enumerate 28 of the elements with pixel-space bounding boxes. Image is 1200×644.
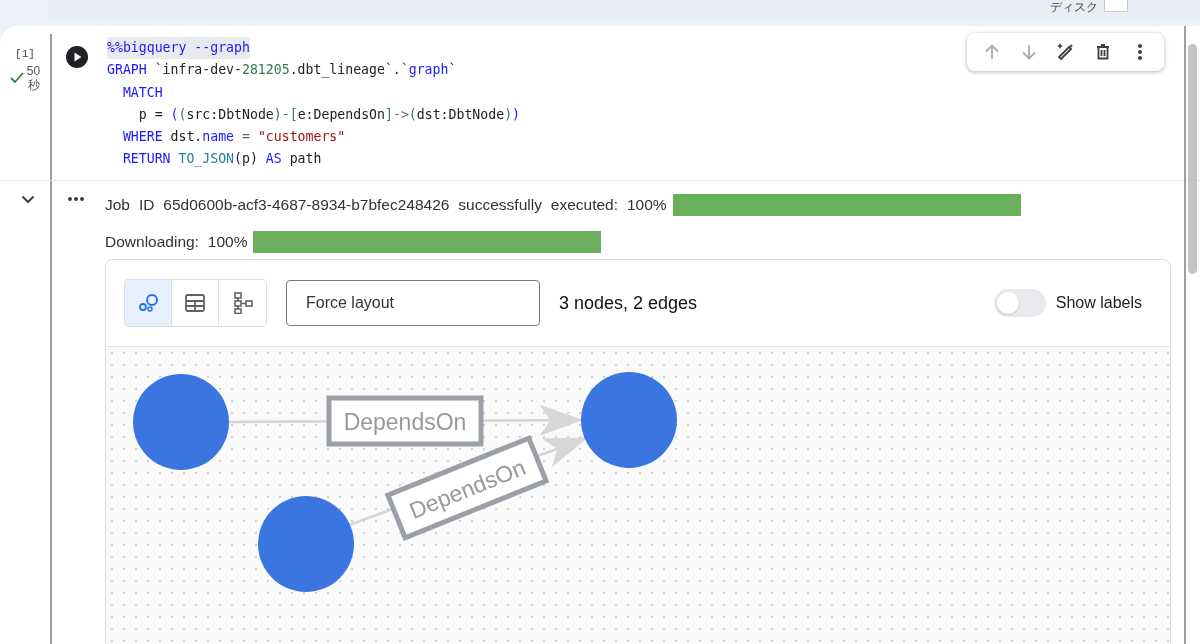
code-line: RETURN TO_JSON(p) AS path [121, 150, 323, 169]
bubbles-icon [137, 292, 159, 314]
more-icon [1136, 43, 1143, 61]
show-labels-label: Show labels [1055, 294, 1142, 312]
execution-count: [1] [15, 48, 35, 60]
run-duration: 50 秒 [26, 64, 41, 92]
disk-label: ディスク [1050, 0, 1098, 14]
graph-summary: 3 nodes, 2 edges [559, 292, 698, 314]
graph-node[interactable] [581, 372, 677, 468]
hierarchy-icon [231, 292, 254, 314]
job-status-text: Job ID 65d0600b-acf3-4687-8934-b7bfec248426 successfully executed: 100% [105, 196, 667, 214]
graph-node[interactable] [258, 496, 354, 592]
table-icon [184, 292, 206, 314]
code-line: WHERE dst.name = "customers" [121, 128, 347, 147]
graph-node[interactable] [133, 374, 229, 470]
show-labels-toggle[interactable] [993, 289, 1046, 317]
download-status-text: Downloading: 100% [105, 233, 248, 251]
collapse-chevron-icon[interactable] [21, 195, 35, 204]
layout-dropdown[interactable]: Force layout [286, 280, 540, 326]
code-line: p = ((src:DbtNode)-[e:DependsOn]->(dst:DbtNode)) [137, 105, 521, 124]
code-line: GRAPH `infra-dev-281205.dbt_lineage`.`graph` [107, 61, 458, 80]
run-button[interactable] [66, 46, 88, 68]
scrollbar[interactable] [1184, 26, 1198, 644]
output-menu-icon[interactable] [68, 197, 84, 201]
disk-meter-icon [1104, 0, 1128, 12]
edge-label: DependsOn [343, 409, 467, 435]
graph-view-button[interactable] [125, 280, 172, 326]
code-line: MATCH [121, 83, 164, 102]
